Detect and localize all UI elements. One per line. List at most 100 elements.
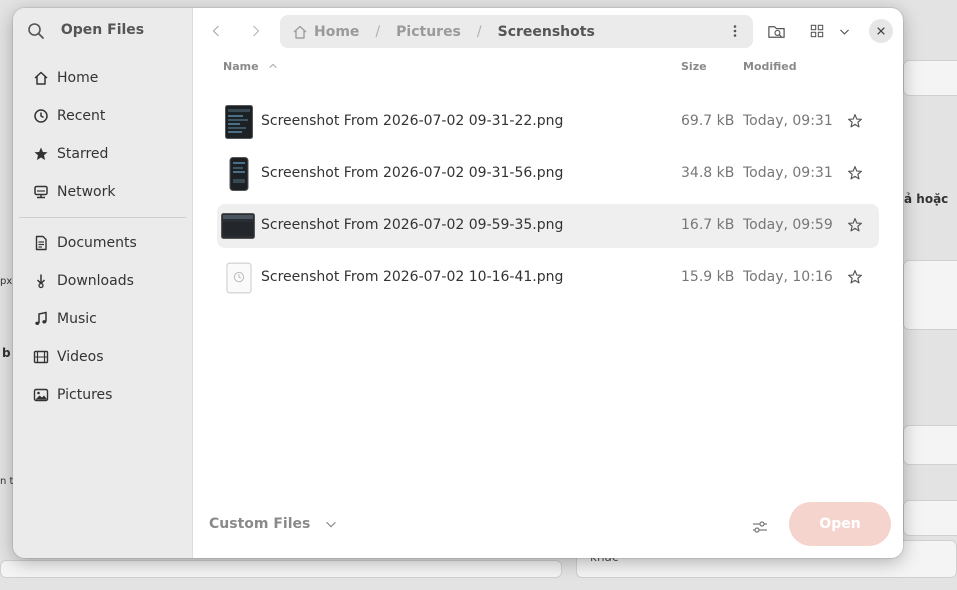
sliders-icon — [753, 521, 767, 533]
sidebar-item-label: Videos — [57, 349, 104, 365]
more-vertical-icon — [733, 25, 737, 37]
chevron-right-icon — [253, 25, 260, 37]
footer-bar: Custom Files Open — [193, 490, 903, 558]
sidebar-item-network[interactable]: Network — [13, 173, 192, 211]
downloads-icon — [33, 273, 49, 289]
sidebar-item-label: Downloads — [57, 273, 134, 289]
music-icon — [33, 311, 49, 327]
home-icon — [33, 70, 49, 86]
sidebar-item-documents[interactable]: Documents — [13, 224, 192, 262]
background-text: n t — [0, 476, 14, 487]
sidebar-divider — [19, 217, 186, 218]
sidebar-item-label: Documents — [57, 235, 137, 251]
open-button[interactable]: Open — [789, 502, 891, 546]
sidebar: Open Files Home Recent Starred Network D… — [13, 8, 193, 558]
breadcrumb-screenshots[interactable]: Screenshots — [498, 24, 595, 40]
file-size: 16.7 kB — [681, 217, 735, 233]
star-toggle-icon[interactable] — [847, 269, 865, 287]
new-folder-button[interactable] — [766, 21, 786, 41]
home-icon — [293, 25, 307, 39]
background-panel — [903, 500, 957, 536]
sort-ascending-icon — [269, 63, 278, 69]
places-list: Home Recent Starred Network — [13, 59, 192, 211]
file-row[interactable]: Screenshot From 2026-07-02 09-31-22.png … — [217, 100, 879, 144]
sidebar-item-starred[interactable]: Starred — [13, 135, 192, 173]
view-options-button[interactable] — [834, 21, 854, 41]
documents-icon — [33, 235, 49, 251]
file-size: 69.7 kB — [681, 113, 735, 129]
path-menu-button[interactable] — [727, 23, 743, 39]
file-options-button[interactable] — [751, 518, 769, 536]
sidebar-item-music[interactable]: Music — [13, 300, 192, 338]
sidebar-item-pictures[interactable]: Pictures — [13, 376, 192, 414]
file-name: Screenshot From 2026-07-02 10-16-41.png — [261, 269, 564, 285]
open-files-dialog: Open Files Home Recent Starred Network D… — [13, 8, 903, 558]
sidebar-item-label: Pictures — [57, 387, 113, 403]
sidebar-item-label: Network — [57, 184, 116, 200]
file-filter-dropdown[interactable]: Custom Files — [209, 516, 338, 532]
videos-icon — [33, 349, 49, 365]
dialog-title: Open Files — [60, 22, 145, 38]
file-row[interactable]: Screenshot From 2026-07-02 10-16-41.png … — [217, 256, 879, 300]
background-text: b — [2, 346, 11, 360]
star-toggle-icon[interactable] — [847, 113, 865, 131]
chevron-down-icon — [326, 521, 337, 528]
breadcrumb-separator: / — [476, 23, 482, 40]
background-panel — [0, 560, 562, 578]
main-pane: Home / Pictures / Screenshots Name Size … — [193, 8, 903, 558]
file-modified: Today, 09:59 — [743, 217, 833, 233]
sidebar-item-label: Recent — [57, 108, 106, 124]
breadcrumb-pictures[interactable]: Pictures — [396, 24, 461, 40]
breadcrumb-label: Pictures — [396, 23, 461, 40]
view-grid-button[interactable] — [807, 21, 827, 41]
image-thumbnail — [225, 261, 253, 295]
breadcrumb-separator: / — [375, 23, 381, 40]
header-bar: Home / Pictures / Screenshots — [193, 8, 903, 54]
column-name-label: Name — [223, 60, 259, 73]
back-button[interactable] — [205, 20, 227, 42]
file-size: 34.8 kB — [681, 165, 735, 181]
sidebar-item-label: Music — [57, 311, 97, 327]
background-panel — [903, 60, 957, 96]
new-folder-icon — [767, 25, 785, 38]
column-modified-header[interactable]: Modified — [743, 60, 797, 73]
breadcrumb-label: Screenshots — [497, 23, 595, 40]
breadcrumb-label: Home — [314, 23, 360, 40]
chevron-left-icon — [212, 25, 219, 37]
sidebar-item-recent[interactable]: Recent — [13, 97, 192, 135]
path-bar: Home / Pictures / Screenshots — [280, 15, 753, 48]
image-thumbnail — [221, 209, 255, 243]
background-text: ả hoặc — [904, 192, 949, 206]
column-name-header[interactable]: Name — [223, 60, 278, 73]
close-icon — [877, 27, 885, 35]
star-toggle-icon[interactable] — [847, 217, 865, 235]
close-button[interactable] — [869, 19, 893, 43]
image-thumbnail — [225, 105, 253, 139]
file-modified: Today, 09:31 — [743, 113, 833, 129]
file-row[interactable]: Screenshot From 2026-07-02 09-31-56.png … — [217, 152, 879, 196]
chevron-down-icon — [839, 28, 849, 35]
sidebar-item-downloads[interactable]: Downloads — [13, 262, 192, 300]
file-list: Screenshot From 2026-07-02 09-31-22.png … — [217, 100, 879, 308]
file-name: Screenshot From 2026-07-02 09-31-56.png — [261, 165, 564, 181]
sidebar-item-home[interactable]: Home — [13, 59, 192, 97]
background-panel — [903, 425, 957, 465]
file-row-selected[interactable]: Screenshot From 2026-07-02 09-59-35.png … — [217, 204, 879, 248]
file-filter-label: Custom Files — [209, 516, 311, 532]
forward-button[interactable] — [245, 20, 267, 42]
file-name: Screenshot From 2026-07-02 09-31-22.png — [261, 113, 564, 129]
file-name: Screenshot From 2026-07-02 09-59-35.png — [261, 217, 564, 233]
star-icon — [33, 146, 49, 162]
breadcrumb-home[interactable]: Home — [292, 24, 359, 40]
sidebar-item-label: Starred — [57, 146, 109, 162]
file-modified: Today, 10:16 — [743, 269, 833, 285]
file-modified: Today, 09:31 — [743, 165, 833, 181]
recent-icon — [33, 108, 49, 124]
background-panel — [903, 260, 957, 330]
background-text: px — [0, 276, 13, 287]
network-icon — [33, 184, 49, 200]
sidebar-item-videos[interactable]: Videos — [13, 338, 192, 376]
column-size-header[interactable]: Size — [681, 60, 707, 73]
star-toggle-icon[interactable] — [847, 165, 865, 183]
list-header: Name Size Modified — [193, 60, 903, 80]
